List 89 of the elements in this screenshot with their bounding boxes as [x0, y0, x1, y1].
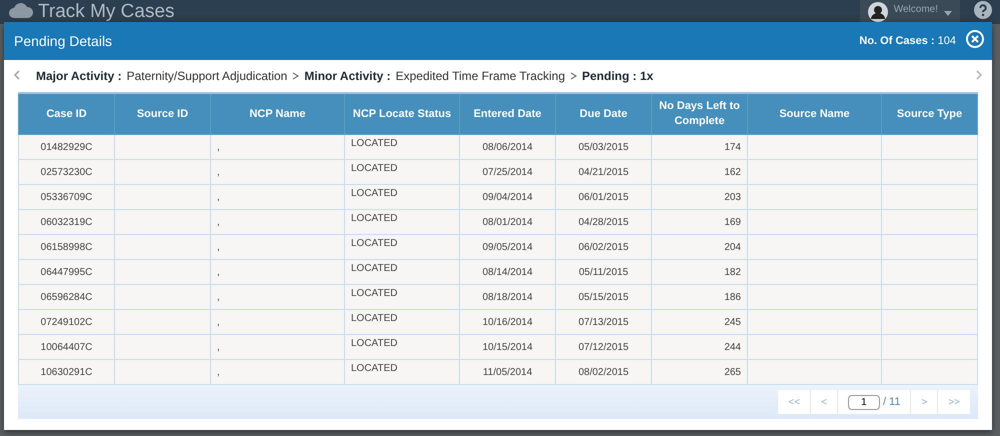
breadcrumb-value: Expedited Time Frame Tracking [396, 69, 565, 83]
table-cell: 10630291C [18, 360, 114, 384]
column-header[interactable]: Source Name [748, 93, 882, 134]
table-cell: LOCATED [344, 134, 460, 160]
breadcrumb-label: Major Activity : [36, 69, 122, 83]
table-cell: 08/02/2015 [556, 360, 652, 384]
table-cell: 169 [652, 210, 748, 234]
table-cell: 06032319C [18, 210, 114, 234]
table-cell: 07/13/2015 [556, 310, 652, 334]
table-cell: 04/28/2015 [556, 210, 652, 234]
table-cell: 08/01/2014 [460, 210, 556, 234]
table-cell: , [210, 210, 344, 234]
column-header[interactable]: Entered Date [460, 93, 556, 134]
welcome-text: Welcome! [894, 3, 938, 15]
table-cell: 06596284C [18, 284, 114, 310]
page-total: / 11 [882, 396, 900, 408]
table-cell: 05/11/2015 [556, 260, 652, 284]
table-cell: 08/06/2014 [460, 134, 556, 160]
table-cell: 02573230C [18, 160, 114, 184]
chevron-right-icon [292, 72, 300, 80]
table-cell: 06/01/2015 [556, 184, 652, 210]
table-cell: , [210, 134, 344, 160]
table-cell: 10/15/2014 [460, 334, 556, 360]
column-header[interactable]: Source ID [114, 93, 210, 134]
table-cell: 203 [652, 184, 748, 210]
table-cell: 204 [652, 234, 748, 260]
column-header[interactable]: Due Date [556, 93, 652, 134]
table-cell: 05336709C [18, 184, 114, 210]
table-cell: 09/05/2014 [460, 234, 556, 260]
table-cell: LOCATED [344, 284, 460, 310]
table-cell: LOCATED [344, 210, 460, 234]
close-icon[interactable] [966, 30, 984, 48]
breadcrumb-value: Paternity/Support Adjudication [126, 69, 288, 83]
case-count: No. Of Cases : 104 [859, 35, 956, 47]
table-cell: 01482929C [18, 134, 114, 160]
table-cell: , [210, 184, 344, 210]
column-header[interactable]: No Days Left to Complete [652, 93, 748, 134]
chevron-left-icon[interactable] [14, 70, 20, 80]
table-cell: 10/16/2014 [460, 310, 556, 334]
column-header[interactable]: NCP Name [210, 93, 344, 134]
column-header[interactable]: Case ID [18, 93, 114, 134]
table-cell: LOCATED [344, 160, 460, 184]
table-cell: , [210, 160, 344, 184]
table-cell: 05/03/2015 [556, 134, 652, 160]
table-cell: , [210, 310, 344, 334]
table-cell: , [210, 284, 344, 310]
table-cell: 265 [652, 360, 748, 384]
table-cell: 182 [652, 260, 748, 284]
table-cell: LOCATED [344, 310, 460, 334]
table-cell: , [210, 234, 344, 260]
table-cell: LOCATED [344, 234, 460, 260]
table-cell: , [210, 260, 344, 284]
table-cell: 244 [652, 334, 748, 360]
page-input[interactable]: 1 [848, 394, 880, 410]
table-cell: LOCATED [344, 260, 460, 284]
table-cell: 05/15/2015 [556, 284, 652, 310]
table-cell: 04/21/2015 [556, 160, 652, 184]
table-cell: 08/18/2014 [460, 284, 556, 310]
table-cell: , [210, 334, 344, 360]
table-cell: 07/25/2014 [460, 160, 556, 184]
table-cell: 174 [652, 134, 748, 160]
breadcrumb-label: Minor Activity : [304, 69, 391, 83]
first-page-button[interactable]: << [778, 390, 812, 414]
table-cell: 186 [652, 284, 748, 310]
chevron-right-icon [570, 72, 577, 80]
table-cell: 245 [652, 310, 748, 334]
app-title: Track My Cases [38, 0, 175, 24]
table-cell: 11/05/2014 [460, 360, 556, 384]
column-header[interactable]: NCP Locate Status [344, 93, 460, 134]
column-header[interactable]: Source Type [882, 93, 978, 134]
user-avatar-icon [868, 2, 888, 22]
table-cell: 06158998C [18, 234, 114, 260]
table-cell: 07/12/2015 [556, 334, 652, 360]
table-cell: , [210, 360, 344, 384]
table-cell: 162 [652, 160, 748, 184]
table-cell: 10064407C [18, 334, 114, 360]
table-cell: LOCATED [344, 360, 460, 384]
table-cell: 06/02/2015 [556, 234, 652, 260]
caret-icon[interactable] [944, 11, 952, 16]
table-cell: 09/04/2014 [460, 184, 556, 210]
table-cell: 07249102C [18, 310, 114, 334]
table-cell: 06447995C [18, 260, 114, 284]
help-icon[interactable] [974, 0, 992, 18]
modal-title: Pending Details [14, 33, 114, 49]
table-cell: LOCATED [344, 334, 460, 360]
cloud-logo-icon [8, 0, 34, 20]
table-cell: LOCATED [344, 184, 460, 210]
table-cell: 08/14/2014 [460, 260, 556, 284]
breadcrumb-label: Pending : 1x [582, 69, 654, 83]
